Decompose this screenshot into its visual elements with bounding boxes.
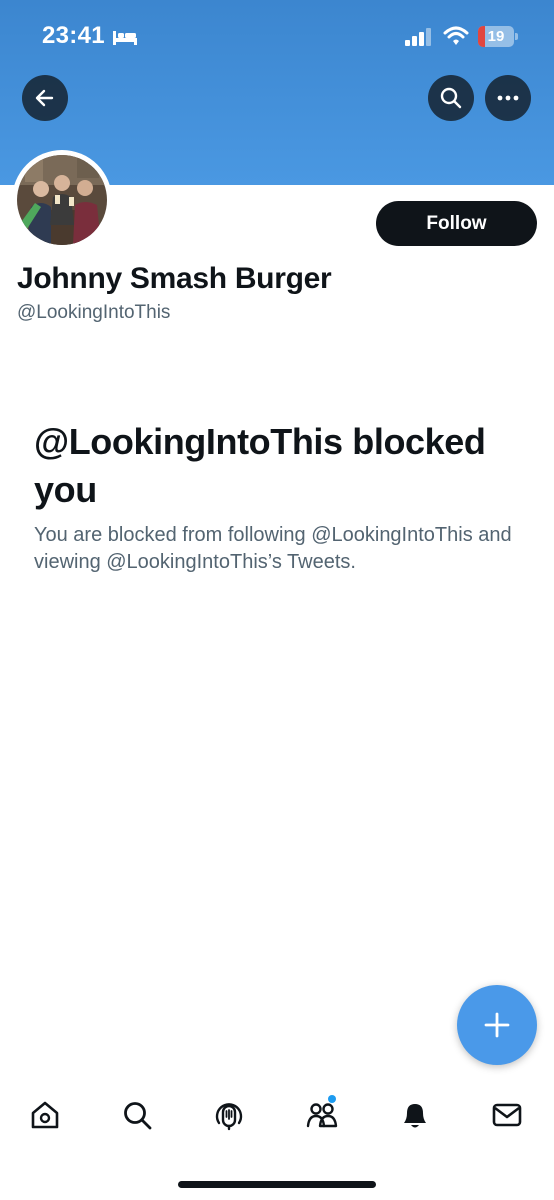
cellular-signal-icon [405, 28, 431, 46]
home-indicator[interactable] [178, 1181, 376, 1188]
wifi-icon [443, 26, 469, 45]
follow-button[interactable]: Follow [376, 201, 537, 246]
tab-explore[interactable] [107, 1085, 167, 1145]
profile-display-name: Johnny Smash Burger [17, 262, 332, 295]
search-button[interactable] [428, 75, 474, 121]
home-icon [31, 1101, 59, 1129]
more-options-button[interactable] [485, 75, 531, 121]
notifications-icon [404, 1104, 426, 1128]
back-button[interactable] [22, 75, 68, 121]
communities-icon [306, 1103, 338, 1128]
search-icon [124, 1102, 152, 1130]
tab-messages[interactable] [477, 1085, 537, 1145]
messages-icon [492, 1103, 522, 1127]
spaces-icon [215, 1103, 243, 1131]
tab-spaces[interactable] [199, 1085, 259, 1145]
battery-icon: 19 [478, 26, 518, 47]
tab-home[interactable] [15, 1085, 75, 1145]
plus-icon [484, 1012, 510, 1038]
profile-handle: @LookingIntoThis [17, 302, 171, 323]
back-arrow-icon [35, 89, 54, 107]
avatar-photo [17, 155, 107, 245]
search-icon [440, 87, 462, 109]
blocked-title: @LookingIntoThis blocked you [34, 421, 486, 510]
compose-tweet-button[interactable] [457, 985, 537, 1065]
tab-communities[interactable] [292, 1085, 352, 1145]
status-time: 23:41 [42, 22, 105, 49]
bottom-tab-bar [0, 1085, 554, 1145]
blocked-description: You are blocked from following @LookingI… [34, 524, 512, 573]
notification-dot [328, 1095, 336, 1103]
profile-avatar[interactable] [12, 150, 112, 250]
bed-icon [113, 31, 137, 45]
battery-level: 19 [487, 28, 505, 45]
tab-notifications[interactable] [385, 1085, 445, 1145]
more-icon [497, 95, 519, 101]
